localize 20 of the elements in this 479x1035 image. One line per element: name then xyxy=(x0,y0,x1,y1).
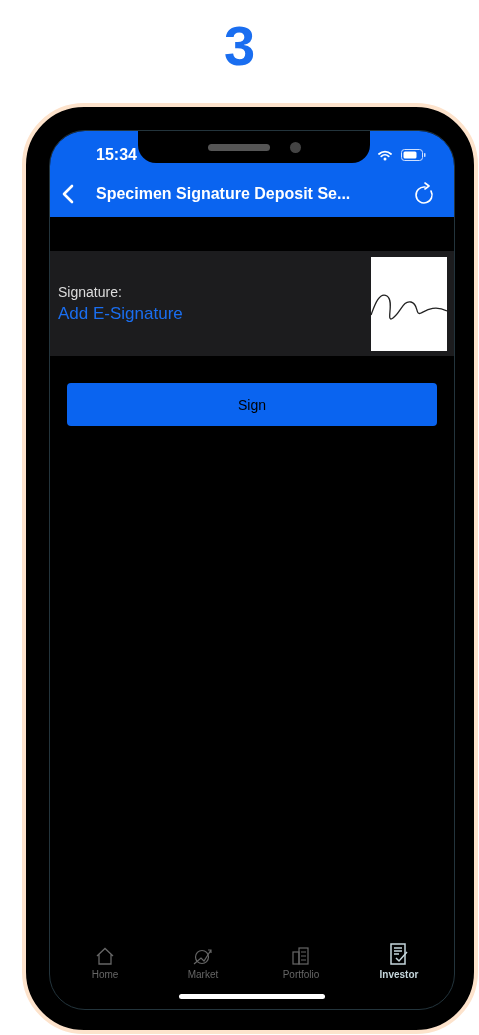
signature-label: Signature: xyxy=(58,283,123,300)
tab-item[interactable]: Portfolio xyxy=(266,932,336,980)
back-icon[interactable] xyxy=(62,184,74,204)
page-title: Specimen Signature Deposit Se... xyxy=(96,185,352,203)
tab-item[interactable]: Home xyxy=(70,932,140,980)
sign-button[interactable]: Sign xyxy=(67,383,437,426)
wifi-icon xyxy=(378,149,392,161)
camera-icon xyxy=(289,141,301,153)
speaker-icon xyxy=(207,143,270,151)
battery-icon xyxy=(401,149,426,161)
checklist-icon xyxy=(389,943,409,965)
step-number: 3 xyxy=(222,13,257,79)
add-signature-link[interactable]: Add E-Signature xyxy=(58,303,183,324)
home-icon xyxy=(95,947,115,965)
chart-icon xyxy=(193,947,213,965)
document-icon xyxy=(291,947,311,965)
status-time: 15:34 xyxy=(96,146,137,164)
tab-item[interactable]: Market xyxy=(168,932,238,980)
refresh-icon[interactable] xyxy=(414,182,436,206)
tab-item[interactable]: Investor xyxy=(364,932,434,980)
